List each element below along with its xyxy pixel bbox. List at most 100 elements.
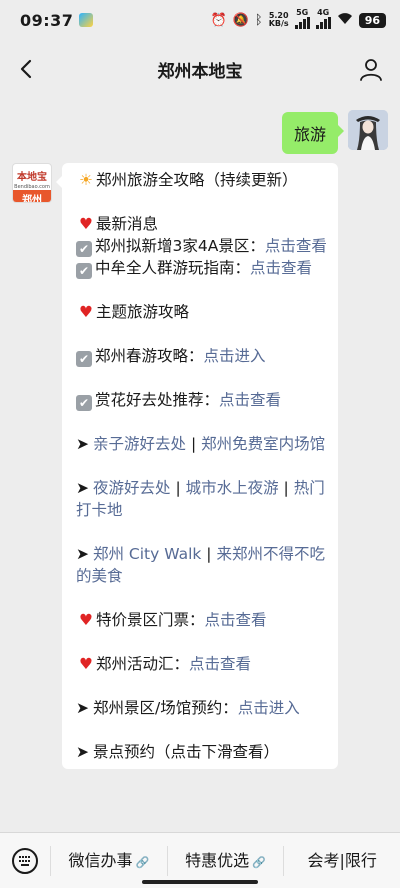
brand-logo-text: 本地宝 [17,172,47,183]
link-icon: 🔗 [252,855,266,869]
arrow-right-icon: ➤ [76,545,89,563]
night-link-1[interactable]: 夜游好去处 [93,479,171,497]
page-title: 郑州本地宝 [157,61,243,82]
arrow-right-icon: ➤ [76,743,89,761]
news-item-1-text: 郑州拟新增3家4A景区： [95,237,265,255]
theme-label: 主题旅游攻略 [96,303,190,321]
separator: | [186,435,202,453]
citywalk-item: ➤ 郑州 City Walk | 来郑州不得不吃的美食 [76,543,328,587]
events-link[interactable]: 点击查看 [189,655,251,673]
spring-link[interactable]: 点击进入 [204,347,266,365]
kids-item: ➤ 亲子游好去处 | 郑州免费室内场馆 [76,433,328,455]
news-item-1-link[interactable]: 点击查看 [265,237,327,255]
menu-exam-traffic[interactable]: 会考|限行 [283,845,400,876]
latest-news-label: 最新消息 [96,215,159,233]
signal-4g: 4G [315,8,331,31]
check-box-icon: ✔ [76,395,92,411]
arrow-right-icon: ➤ [76,699,89,717]
app-notification-icon [79,13,94,27]
reserve-item: ➤ 景点预约（点击下滑查看） [76,741,328,763]
red-heart-icon: ♥ [79,655,93,673]
home-indicator[interactable] [142,880,258,884]
menu-wechat-services[interactable]: 微信办事 🔗 [50,845,167,876]
menu-special-deals[interactable]: 特惠优选 🔗 [166,845,284,876]
reply-title: 郑州旅游全攻略（持续更新） [96,171,298,189]
sun-icon: ☀ [79,171,93,189]
check-box-icon: ✔ [76,351,92,367]
latest-news-heading: ♥ 最新消息 [76,213,328,235]
flowers-item: ✔ 赏花好去处推荐：点击查看 [76,389,328,411]
signal-4g-label: 4G [317,8,330,17]
user-avatar[interactable] [348,110,388,150]
nav-bar: 郑州本地宝 [0,44,400,94]
reserve-text: 景点预约（点击下滑查看） [93,743,280,761]
tickets-item: ♥ 特价景区门票：点击查看 [76,609,328,631]
brand-city-label: 郑州 [13,190,51,202]
status-time: 09:37 [20,10,74,30]
kids-link-2[interactable]: 郑州免费室内场馆 [201,435,325,453]
signal-5g: 5G [294,8,310,31]
user-message-bubble[interactable]: 旅游 [281,112,345,154]
kids-link-1[interactable]: 亲子游好去处 [93,435,186,453]
alarm-icon: ⏰ [210,12,227,28]
check-box-icon: ✔ [76,263,92,279]
check-box-icon: ✔ [76,241,92,257]
flowers-text: 赏花好去处推荐： [95,391,220,409]
news-item-1: ✔ 郑州拟新增3家4A景区：点击查看 [76,235,328,257]
signal-5g-label: 5G [296,8,309,17]
spring-item: ✔ 郑州春游攻略：点击进入 [76,345,328,367]
menu-special-deals-label: 特惠优选 [185,850,250,870]
arrow-right-icon: ➤ [76,479,89,497]
network-speed-unit: KB/s [268,19,289,28]
person-icon[interactable] [358,56,384,82]
tickets-link[interactable]: 点击查看 [205,611,267,629]
brand-message-row: 本地宝 Bendibao.com 郑州 ☀ 郑州旅游全攻略（持续更新） ♥ 最新消息… [12,163,338,769]
night-item: ➤ 夜游好去处 | 城市水上夜游 | 热门打卡地 [76,477,328,521]
reply-bubble: ☀ 郑州旅游全攻略（持续更新） ♥ 最新消息 ✔ 郑州拟新增3家4A景区：点击查看 ✔… [56,163,338,769]
chevron-left-icon[interactable] [14,56,40,82]
booking-text: 郑州景区/场馆预约： [93,699,238,717]
events-item: ♥ 郑州活动汇：点击查看 [76,653,328,675]
news-item-2: ✔ 中牟全人群游玩指南：点击查看 [76,257,328,279]
night-link-2[interactable]: 城市水上夜游 [186,479,279,497]
tickets-text: 特价景区门票： [96,611,205,629]
status-bar: 09:37 ⏰ 🔕 ᛒ 5.20 KB/s 5G 4G 96 [0,0,400,40]
mute-icon: 🔕 [232,12,249,28]
menu-exam-traffic-label: 会考|限行 [307,850,377,870]
booking-link[interactable]: 点击进入 [238,699,300,717]
red-heart-icon: ♥ [79,215,93,233]
spring-text: 郑州春游攻略： [95,347,204,365]
arrow-right-icon: ➤ [76,435,89,453]
reply-title-line: ☀ 郑州旅游全攻略（持续更新） [76,169,328,191]
red-heart-icon: ♥ [79,611,93,629]
separator: | [170,479,186,497]
menu-wechat-services-label: 微信办事 [68,850,133,870]
user-message-row: 旅游 [281,110,388,154]
network-speed: 5.20 KB/s [269,12,289,28]
status-icons: ⏰ 🔕 ᛒ 5.20 KB/s 5G 4G 96 [211,9,386,31]
booking-item: ➤ 郑州景区/场馆预约：点击进入 [76,697,328,719]
battery-indicator: 96 [358,12,386,28]
separator: | [201,545,217,563]
keyboard-toggle-button[interactable] [0,833,50,888]
wifi-icon [337,12,353,28]
events-text: 郑州活动汇： [96,655,190,673]
link-icon: 🔗 [135,855,150,869]
brand-avatar[interactable]: 本地宝 Bendibao.com 郑州 [12,163,52,203]
bluetooth-icon: ᛒ [254,12,263,28]
flowers-link[interactable]: 点击查看 [219,391,281,409]
news-item-2-link[interactable]: 点击查看 [250,259,312,277]
keyboard-icon [12,847,38,874]
red-heart-icon: ♥ [79,303,93,321]
theme-heading: ♥ 主题旅游攻略 [76,301,328,323]
citywalk-link-1[interactable]: 郑州 City Walk [93,545,201,563]
